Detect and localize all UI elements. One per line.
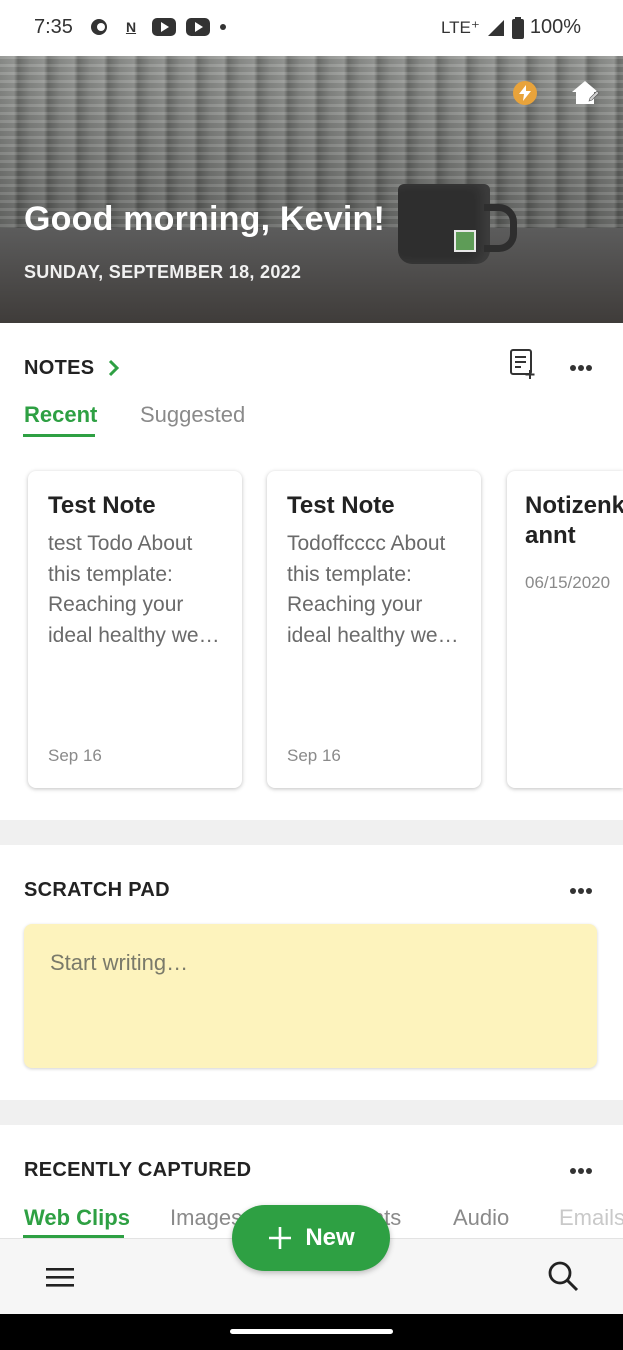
tea-tag-image	[454, 230, 476, 252]
tab-recent-underline	[23, 434, 95, 437]
network-type: LTE⁺	[440, 17, 480, 37]
new-button-label: New	[305, 1224, 355, 1251]
signal-icon	[487, 19, 504, 36]
tab-web-clips[interactable]: Web Clips	[24, 1205, 130, 1231]
n-notification-icon: N	[125, 19, 137, 35]
lightning-bolt-icon[interactable]	[513, 81, 537, 105]
note-card-date: Sep 16	[48, 746, 102, 765]
battery-icon	[511, 16, 524, 39]
youtube-icon	[152, 18, 176, 36]
scratch-pad-title: SCRATCH PAD	[24, 879, 170, 901]
mug-image	[398, 184, 490, 264]
more-notifications-dot-icon	[220, 24, 226, 30]
note-card-date: 06/15/2020	[525, 573, 611, 592]
youtube-icon-2	[186, 18, 210, 36]
note-card-title: Test Note	[287, 492, 395, 519]
section-divider	[0, 820, 623, 845]
tab-images[interactable]: Images	[170, 1205, 242, 1231]
note-card[interactable]: Test Note Todoffcccc About this template…	[267, 471, 481, 788]
new-note-button[interactable]: New	[232, 1205, 390, 1271]
scratch-pad-placeholder: Start writing…	[50, 950, 189, 975]
tab-audio[interactable]: Audio	[453, 1205, 509, 1231]
note-card-title: Test Note	[48, 492, 156, 519]
search-icon[interactable]	[547, 1260, 579, 1292]
mug-handle-image	[484, 204, 517, 252]
note-card-snippet: Todoffcccc About this template: Reaching…	[287, 532, 459, 647]
note-card-date: Sep 16	[287, 746, 341, 765]
status-time: 7:35	[34, 16, 73, 38]
notes-section-title[interactable]: NOTES	[24, 357, 94, 380]
section-divider	[0, 1100, 623, 1125]
plus-icon	[269, 1227, 292, 1249]
notification-icons: N	[88, 16, 226, 38]
hero-banner: Good morning, Kevin! SUNDAY, SEPTEMBER 1…	[0, 56, 623, 323]
scratch-pad-more-options-icon[interactable]	[565, 875, 597, 907]
hero-date: SUNDAY, SEPTEMBER 18, 2022	[24, 262, 302, 282]
greeting-title: Good morning, Kevin!	[24, 200, 385, 238]
recently-captured-more-options-icon[interactable]	[565, 1155, 597, 1187]
tab-recent[interactable]: Recent	[24, 402, 97, 428]
note-card[interactable]: Notizenkt Unbenannt 06/15/2020	[507, 471, 623, 788]
scratch-pad-input[interactable]: Start writing…	[24, 924, 597, 1068]
notes-more-options-icon[interactable]	[565, 352, 597, 384]
tab-suggested[interactable]: Suggested	[140, 402, 245, 428]
note-card[interactable]: Test Note test Todo About this template:…	[28, 471, 242, 788]
home-gesture-pill[interactable]	[230, 1329, 393, 1334]
status-bar: 7:35 N LTE⁺ 100%	[0, 0, 623, 56]
app-notification-icon	[88, 16, 110, 38]
new-note-icon[interactable]	[506, 348, 538, 380]
note-card-snippet: test Todo About this template: Reaching …	[48, 532, 220, 647]
recently-captured-title: RECENTLY CAPTURED	[24, 1159, 252, 1181]
chevron-right-icon[interactable]	[106, 358, 122, 378]
battery-level: 100%	[529, 16, 581, 38]
status-right: LTE⁺ 100%	[441, 16, 581, 39]
system-gesture-bar	[0, 1314, 623, 1350]
tab-emails[interactable]: Emails	[559, 1205, 623, 1231]
hamburger-menu-icon[interactable]	[44, 1261, 76, 1293]
customize-home-icon[interactable]	[570, 78, 600, 108]
note-card-title: Notizenkt Unbenannt	[525, 492, 623, 549]
